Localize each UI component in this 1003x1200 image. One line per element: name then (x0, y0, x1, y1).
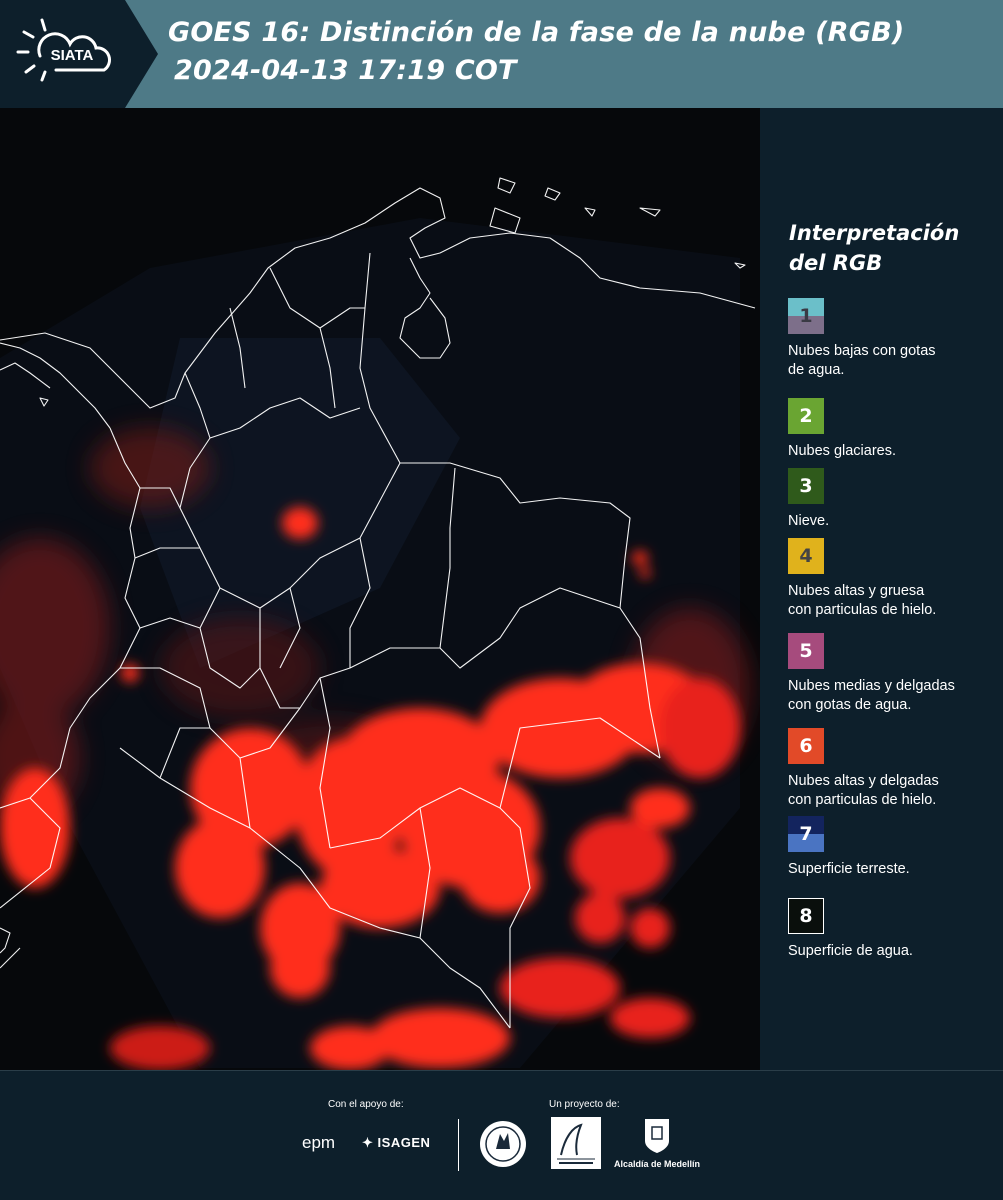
epm-logo: epm (302, 1133, 336, 1152)
page-title: GOES 16: Distinción de la fase de la nub… (168, 14, 904, 90)
legend-label: Superficie terreste. (788, 861, 910, 877)
legend-number: 6 (799, 735, 813, 757)
legend-swatch-8: 8 (788, 898, 824, 934)
legend-number: 5 (799, 640, 813, 662)
title-product: GOES 16: Distinción de la fase de la nub… (168, 17, 905, 48)
legend-item-5: 5 Nubes medias y delgadas con gotas de agu… (788, 633, 998, 715)
legend-label: Nubes altas y delgadas con particulas de … (788, 773, 939, 808)
isagen-logo: ✦ ISAGEN (362, 1135, 431, 1150)
legend-number: 8 (799, 905, 813, 927)
legend-label: Superficie de agua. (788, 943, 913, 959)
legend-item-3: 3 Nieve. (788, 468, 998, 531)
alcaldia-logo: Alcaldía de Medellín (612, 1117, 702, 1169)
legend-swatch-5: 5 (788, 633, 824, 669)
footer-divider (458, 1119, 459, 1171)
legend-label: Nubes glaciares. (788, 443, 896, 459)
footer: Con el apoyo de: Un proyecto de: epm ✦ I… (0, 1070, 1003, 1200)
legend-label: Nieve. (788, 513, 830, 529)
legend-number: 4 (799, 545, 813, 567)
satellite-map (0, 108, 760, 1070)
medellin-seal-icon (480, 1121, 526, 1167)
legend-label: Nubes altas y gruesa con particulas de hi… (788, 583, 937, 618)
siata-logo-text: SIATA (51, 47, 94, 64)
title-timestamp: 2024-04-13 17:19 COT (174, 55, 517, 86)
legend-label: Nubes bajas con gotas de agua. (788, 343, 936, 378)
legend-swatch-2: 2 (788, 398, 824, 434)
legend-swatch-4: 4 (788, 538, 824, 574)
header-banner: SIATA GOES 16: Distinción de la fase de … (0, 0, 1003, 108)
legend-label: Nubes medias y delgadas con gotas de agua… (788, 678, 955, 713)
legend-number: 3 (799, 475, 813, 497)
legend-item-2: 2 Nubes glaciares. (788, 398, 998, 461)
legend-item-6: 6 Nubes altas y delgadas con particulas de… (788, 728, 998, 810)
legend-swatch-7: 7 (788, 816, 824, 852)
rgb-legend: Interpretación del RGB 1 Nubes bajas con … (760, 108, 1003, 1070)
area-metropolitana-logo (551, 1117, 601, 1169)
support-caption: Con el apoyo de: (328, 1099, 404, 1110)
legend-swatch-1: 1 (788, 298, 824, 334)
legend-swatch-6: 6 (788, 728, 824, 764)
alcaldia-shield-icon (645, 1119, 669, 1153)
isagen-star-icon: ✦ (362, 1135, 374, 1150)
legend-swatch-3: 3 (788, 468, 824, 504)
legend-title: Interpretación del RGB (789, 221, 960, 275)
legend-item-7: 7 Superficie terreste. (788, 816, 998, 879)
legend-item-1: 1 Nubes bajas con gotas de agua. (788, 298, 998, 380)
legend-number: 7 (799, 823, 813, 845)
project-caption: Un proyecto de: (549, 1099, 620, 1110)
legend-number: 1 (799, 305, 813, 327)
legend-item-8: 8 Superficie de agua. (788, 898, 998, 961)
legend-item-4: 4 Nubes altas y gruesa con particulas de h… (788, 538, 998, 620)
siata-logo: SIATA (0, 0, 160, 108)
legend-number: 2 (799, 405, 813, 427)
